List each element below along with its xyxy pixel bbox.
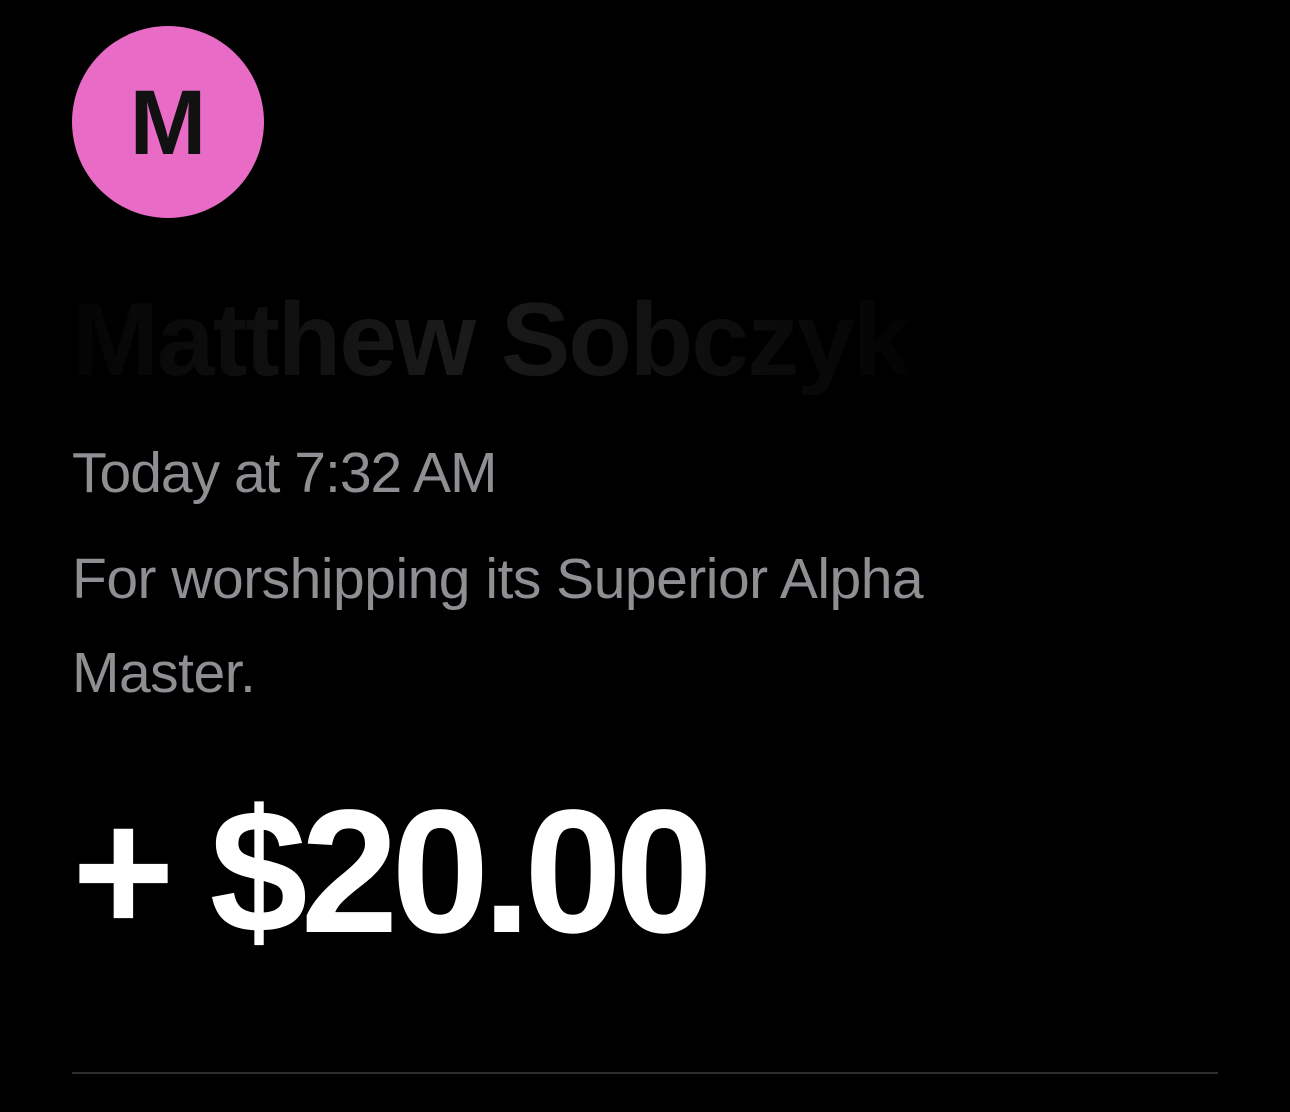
transaction-timestamp: Today at 7:32 AM — [72, 441, 497, 505]
transaction-detail-screen: M Matthew Sobczyk Today at 7:32 AM For w… — [0, 0, 1290, 1112]
transaction-note: For worshipping its Superior Alpha Maste… — [72, 547, 924, 705]
avatar[interactable]: M — [72, 26, 264, 218]
transaction-amount: + $20.00 — [72, 774, 713, 970]
sender-name[interactable]: Matthew Sobczyk — [72, 285, 911, 395]
section-divider — [72, 1072, 1218, 1074]
avatar-initial: M — [129, 72, 207, 174]
